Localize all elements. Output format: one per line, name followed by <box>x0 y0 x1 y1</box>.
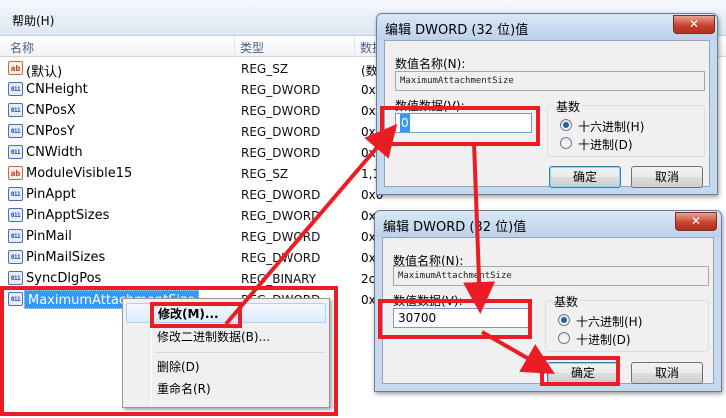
arrow-to-value-data <box>224 123 398 326</box>
arrow-to-ok <box>481 330 555 374</box>
arrow-to-new-value <box>463 141 496 314</box>
annotation-arrows <box>224 123 555 374</box>
